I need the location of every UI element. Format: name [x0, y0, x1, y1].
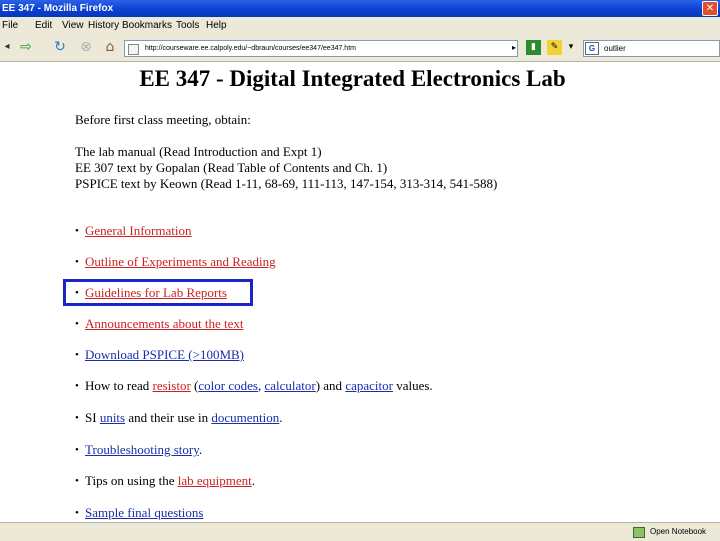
reload-icon[interactable]: ↻ [50, 38, 70, 56]
menu-bookmarks[interactable]: Bookmarks [122, 17, 172, 34]
general-information-link[interactable]: General Information [85, 223, 191, 238]
resistor-link[interactable]: resistor [153, 378, 191, 393]
list-item: • Sample final questions [75, 503, 575, 523]
list-item: • How to read resistor (color codes, cal… [75, 376, 575, 396]
resource-ee307-text: EE 307 text by Gopalan (Read Table of Co… [75, 160, 388, 175]
period-text: . [251, 473, 255, 488]
and-text: ) and [315, 378, 346, 393]
color-codes-link[interactable]: color codes [198, 378, 258, 393]
how-to-read-text: How to read [85, 378, 153, 393]
search-input[interactable]: outlier [604, 41, 626, 56]
tips-text: Tips on using the [85, 473, 178, 488]
close-window-button[interactable]: ✕ [702, 1, 718, 16]
intro-text: Before first class meeting, obtain: [75, 112, 251, 127]
calculator-link[interactable]: calculator [264, 378, 315, 393]
bullet-icon: • [75, 507, 79, 519]
toolbar-dropdown-icon[interactable]: ▾ [566, 40, 576, 55]
bullet-icon: • [75, 256, 79, 268]
period-text: . [198, 442, 203, 457]
title-bar: EE 347 - Mozilla Firefox ✕ [0, 0, 720, 17]
bullet-icon: • [75, 475, 79, 487]
list-item: • SI units and their use in documention. [75, 408, 575, 428]
navigation-toolbar: ◂ ⇨ ↻ ⊗ ⌂ http://courseware.ee.calpoly.e… [0, 34, 720, 62]
menu-view[interactable]: View [62, 17, 84, 34]
units-link[interactable]: units [100, 410, 125, 425]
menu-tools[interactable]: Tools [176, 17, 199, 34]
their-use-text: and their use in [125, 410, 212, 425]
menu-help[interactable]: Help [206, 17, 227, 34]
bullet-icon: • [75, 318, 79, 330]
stop-icon[interactable]: ⊗ [76, 38, 96, 56]
resource-list: The lab manual (Read Introduction and Ex… [75, 144, 497, 192]
lab-equipment-link[interactable]: lab equipment [178, 473, 252, 488]
addon-toolbar-icon[interactable]: ▮ [526, 40, 541, 55]
list-item: • General Information [75, 221, 575, 241]
page-favicon-icon [128, 44, 139, 55]
bullet-icon: • [75, 412, 79, 424]
si-text: SI [85, 410, 100, 425]
url-bar[interactable]: http://courseware.ee.calpoly.edu/~dbraun… [124, 40, 518, 57]
search-box[interactable]: G outlier [583, 40, 720, 57]
open-notebook-button[interactable]: Open Notebook [650, 523, 706, 540]
capacitor-link[interactable]: capacitor [345, 378, 393, 393]
menu-bar: File Edit View History Bookmarks Tools H… [0, 17, 720, 34]
bullet-icon: • [75, 380, 79, 392]
highlight-box [63, 279, 253, 306]
documention-link[interactable]: documention [211, 410, 279, 425]
forward-icon[interactable]: ⇨ [16, 38, 36, 56]
list-item: • Tips on using the lab equipment. [75, 471, 575, 491]
status-bar: Open Notebook [0, 522, 720, 541]
troubleshooting-story-link[interactable]: Troubleshooting story [85, 442, 199, 457]
bullet-icon: • [75, 225, 79, 237]
resource-pspice-text: PSPICE text by Keown (Read 1-11, 68-69, … [75, 176, 498, 191]
sample-final-questions-link[interactable]: Sample final questions [85, 505, 203, 520]
outline-experiments-link[interactable]: Outline of Experiments and Reading [85, 254, 276, 269]
resource-lab-manual: The lab manual (Read Introduction and Ex… [75, 144, 322, 159]
list-item: • Download PSPICE (>100MB) [75, 345, 575, 365]
download-pspice-link[interactable]: Download PSPICE (>100MB) [85, 347, 244, 362]
period-text: . [279, 410, 283, 425]
bullet-icon: • [75, 349, 79, 361]
notebook-icon[interactable] [633, 527, 645, 538]
values-text: values. [392, 378, 433, 393]
menu-history[interactable]: History [88, 17, 119, 34]
announcements-link[interactable]: Announcements about the text [85, 316, 244, 331]
list-item: • Outline of Experiments and Reading [75, 252, 575, 272]
page-title: EE 347 - Digital Integrated Electronics … [139, 66, 566, 91]
window-title: EE 347 - Mozilla Firefox [2, 3, 114, 14]
notebook-toolbar-icon[interactable]: ✎ [547, 40, 562, 55]
menu-file[interactable]: File [2, 17, 18, 34]
list-item: • Announcements about the text [75, 314, 575, 334]
url-text: http://courseware.ee.calpoly.edu/~dbraun… [145, 45, 356, 52]
bullet-icon: • [75, 444, 79, 456]
google-search-icon[interactable]: G [585, 42, 599, 55]
back-dropdown-icon[interactable]: ◂ [2, 38, 12, 56]
menu-edit[interactable]: Edit [35, 17, 52, 34]
list-item: • Troubleshooting story. [75, 440, 575, 460]
go-arrow-icon[interactable]: ▸ [509, 40, 519, 55]
home-icon[interactable]: ⌂ [100, 38, 120, 56]
